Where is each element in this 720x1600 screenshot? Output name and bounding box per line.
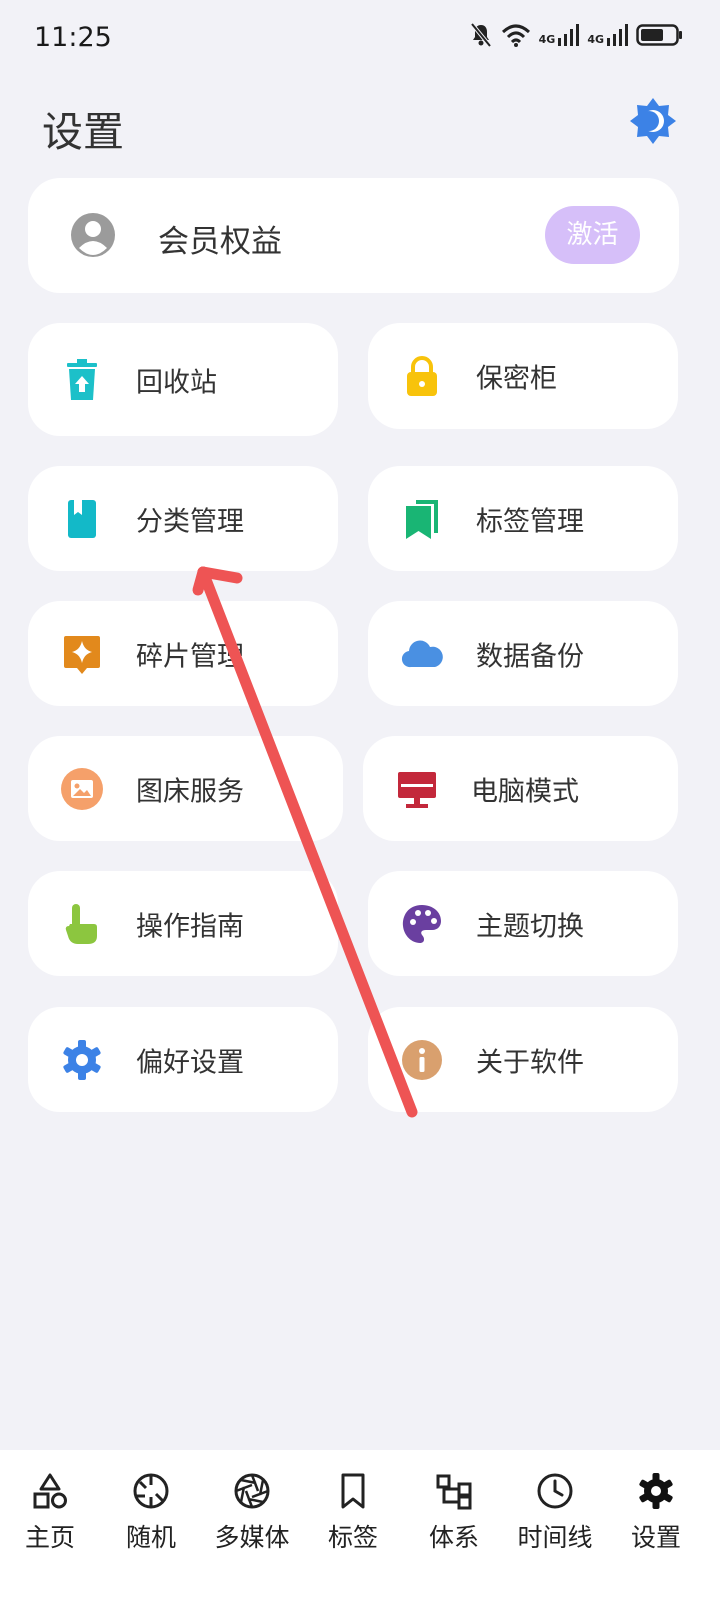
tile-label: 电脑模式 bbox=[471, 776, 579, 807]
home-shapes-icon bbox=[33, 1473, 67, 1509]
tile-fragment-management[interactable]: 碎片管理 bbox=[28, 601, 338, 706]
theme-toggle-icon[interactable] bbox=[630, 98, 676, 144]
battery-icon bbox=[636, 24, 682, 46]
tile-label: 操作指南 bbox=[136, 911, 244, 942]
status-time: 11:25 bbox=[34, 22, 112, 53]
tile-desktop-mode[interactable]: 电脑模式 bbox=[363, 736, 678, 841]
gear-icon bbox=[63, 1039, 101, 1080]
hand-pointer-icon bbox=[65, 903, 97, 944]
monitor-icon bbox=[398, 771, 436, 808]
nav-label: 主页 bbox=[24, 1523, 75, 1552]
bookmarks-icon bbox=[406, 499, 438, 539]
page-title: 设置 bbox=[42, 108, 124, 156]
nav-settings[interactable]: 设置 bbox=[606, 1472, 706, 1554]
random-icon bbox=[133, 1473, 169, 1509]
bottom-nav: 主页 随机 多媒体 标签 体系 时间线 设置 bbox=[0, 1450, 720, 1600]
hierarchy-icon bbox=[436, 1474, 472, 1510]
aperture-icon bbox=[234, 1473, 270, 1509]
member-benefits-label: 会员权益 bbox=[158, 224, 282, 260]
signal-4g-icon-1: 4G bbox=[539, 24, 580, 46]
nav-home[interactable]: 主页 bbox=[0, 1472, 100, 1554]
tile-label: 标签管理 bbox=[476, 506, 584, 537]
bookmark-icon bbox=[341, 1473, 365, 1509]
nav-multimedia[interactable]: 多媒体 bbox=[202, 1472, 302, 1554]
info-icon bbox=[402, 1039, 442, 1080]
tile-label: 保密柜 bbox=[476, 363, 557, 395]
network-type-2: 4G bbox=[587, 33, 604, 46]
image-icon bbox=[61, 767, 103, 810]
tile-label: 回收站 bbox=[136, 367, 217, 398]
tile-data-backup[interactable]: 数据备份 bbox=[368, 601, 678, 706]
tile-user-guide[interactable]: 操作指南 bbox=[28, 871, 338, 976]
nav-system[interactable]: 体系 bbox=[404, 1472, 504, 1554]
cloud-icon bbox=[401, 640, 443, 667]
tile-image-hosting[interactable]: 图床服务 bbox=[28, 736, 343, 841]
activate-button[interactable]: 激活 bbox=[545, 206, 640, 264]
nav-tags[interactable]: 标签 bbox=[303, 1472, 403, 1554]
book-icon bbox=[68, 499, 96, 538]
palette-icon bbox=[402, 904, 441, 943]
lock-icon bbox=[407, 356, 437, 396]
nav-label: 多媒体 bbox=[214, 1523, 290, 1552]
tile-label: 碎片管理 bbox=[136, 641, 244, 672]
bell-muted-icon bbox=[470, 22, 492, 48]
nav-label: 时间线 bbox=[517, 1523, 593, 1552]
tile-about[interactable]: 关于软件 bbox=[368, 1007, 678, 1112]
member-benefits-card[interactable]: 会员权益 激活 bbox=[28, 178, 679, 293]
network-type-1: 4G bbox=[538, 33, 556, 46]
nav-timeline[interactable]: 时间线 bbox=[505, 1472, 605, 1554]
sparkle-icon bbox=[64, 635, 100, 674]
recycle-bin-icon bbox=[67, 358, 97, 400]
tile-label: 图床服务 bbox=[136, 776, 244, 807]
nav-label: 体系 bbox=[428, 1523, 479, 1552]
signal-4g-icon-2: 4G bbox=[587, 24, 628, 46]
wifi-icon bbox=[501, 24, 530, 47]
status-icons: 4G 4G bbox=[469, 22, 684, 48]
tile-label: 数据备份 bbox=[476, 641, 584, 672]
tile-category-management[interactable]: 分类管理 bbox=[28, 466, 338, 571]
gear-icon bbox=[639, 1473, 673, 1509]
tile-tag-management[interactable]: 标签管理 bbox=[368, 466, 678, 571]
tile-label: 关于软件 bbox=[476, 1047, 584, 1078]
nav-random[interactable]: 随机 bbox=[101, 1472, 201, 1554]
status-bar: 11:25 4G 4G bbox=[0, 0, 720, 76]
tile-label: 主题切换 bbox=[476, 911, 584, 942]
nav-label: 随机 bbox=[125, 1523, 176, 1552]
nav-label: 设置 bbox=[630, 1523, 681, 1552]
tile-recycle-bin[interactable]: 回收站 bbox=[28, 323, 338, 436]
tile-preferences[interactable]: 偏好设置 bbox=[28, 1007, 338, 1112]
avatar-icon bbox=[71, 213, 115, 257]
tile-label: 分类管理 bbox=[136, 506, 244, 537]
nav-label: 标签 bbox=[327, 1523, 378, 1552]
tile-safe-box[interactable]: 保密柜 bbox=[368, 323, 678, 429]
tile-theme-switch[interactable]: 主题切换 bbox=[368, 871, 678, 976]
clock-icon bbox=[537, 1473, 573, 1509]
tile-label: 偏好设置 bbox=[136, 1047, 244, 1078]
